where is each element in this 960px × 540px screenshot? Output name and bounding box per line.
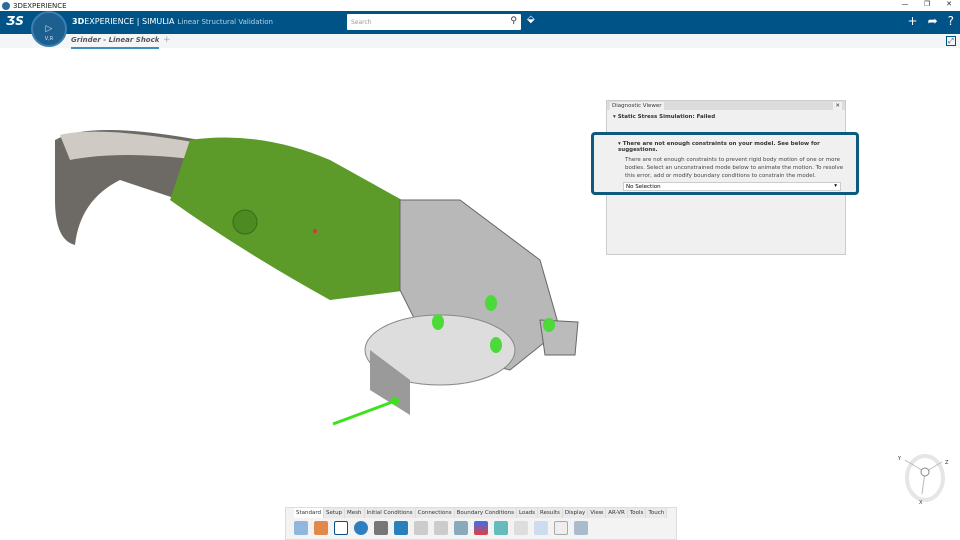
mode-select[interactable]: No Selection ▾ xyxy=(623,182,841,191)
grid-icon[interactable] xyxy=(514,521,528,535)
tab-initial-conditions[interactable]: Initial Conditions xyxy=(364,508,416,518)
tab-connections[interactable]: Connections xyxy=(415,508,455,518)
issue-title[interactable]: ▾ There are not enough constraints on yo… xyxy=(618,141,856,153)
chevron-down-icon: ▾ xyxy=(834,183,837,189)
tag-icon[interactable]: ⬙ xyxy=(527,14,535,25)
window-title: 3DEXPERIENCE xyxy=(13,1,67,10)
tab-display[interactable]: Display xyxy=(562,508,589,518)
panel-title: Diagnostic Viewer xyxy=(610,102,664,110)
app-icon xyxy=(2,1,10,10)
tab-ar-vr[interactable]: AR-VR xyxy=(606,508,628,518)
probe-icon[interactable] xyxy=(434,521,448,535)
compass-button[interactable]: ▷ V,R xyxy=(31,11,67,47)
search-input[interactable]: Search ⚲ xyxy=(347,14,521,30)
close-panel-button[interactable]: ✕ xyxy=(833,102,842,110)
animate-icon[interactable] xyxy=(394,521,408,535)
add-icon[interactable]: + xyxy=(908,14,918,28)
brand: 3DEXPERIENCE | SIMULIA Linear Structural … xyxy=(72,17,273,26)
action-bar: Standard Setup Mesh Initial Conditions C… xyxy=(285,507,677,540)
help-icon[interactable]: ? xyxy=(948,14,954,28)
legend-icon[interactable] xyxy=(474,521,488,535)
simulation-status[interactable]: ▾ Static Stress Simulation: Failed xyxy=(607,110,845,124)
grinder-model xyxy=(55,130,579,426)
tab-results[interactable]: Results xyxy=(538,508,563,518)
axis-x-label: X xyxy=(919,500,923,506)
cycle-icon[interactable] xyxy=(354,521,368,535)
tab-bar: Grinder - Linear Shock Loa + ⤢ xyxy=(0,34,960,49)
plot-icon[interactable] xyxy=(494,521,508,535)
add-tab-button[interactable]: + xyxy=(163,35,171,45)
report-icon[interactable] xyxy=(554,521,568,535)
tab-touch[interactable]: Touch xyxy=(646,508,668,518)
issue-text: There are not enough constraints to prev… xyxy=(625,157,844,179)
tab-tools[interactable]: Tools xyxy=(627,508,647,518)
search-icon[interactable]: ⚲ xyxy=(510,16,517,26)
image-settings-icon[interactable] xyxy=(574,521,588,535)
tab-setup[interactable]: Setup xyxy=(324,508,346,518)
database-settings-icon[interactable] xyxy=(374,521,388,535)
orientation-compass[interactable]: Y Z X xyxy=(897,454,949,506)
compare-icon[interactable] xyxy=(534,521,548,535)
tab-view[interactable]: View xyxy=(588,508,607,518)
model-icon[interactable] xyxy=(314,521,328,535)
close-button[interactable]: ✕ xyxy=(938,0,960,8)
constraint-issue-highlight: ▾ There are not enough constraints on yo… xyxy=(591,132,859,195)
ds-logo-icon[interactable]: ƷS xyxy=(6,14,24,28)
restore-button[interactable]: ❐ xyxy=(916,0,938,8)
axis-z-label: Z xyxy=(945,460,949,466)
window-titlebar: 3DEXPERIENCE — ❐ ✕ xyxy=(0,0,960,11)
tab-mesh[interactable]: Mesh xyxy=(345,508,365,518)
undo-icon[interactable] xyxy=(294,521,308,535)
play-icon: ▷ xyxy=(45,24,53,34)
expand-icon[interactable]: ⤢ xyxy=(946,36,956,46)
tab-loads[interactable]: Loads xyxy=(516,508,539,518)
share-icon[interactable]: ➦ xyxy=(928,14,938,28)
sensor-icon[interactable] xyxy=(414,521,428,535)
tab-boundary-conditions[interactable]: Boundary Conditions xyxy=(454,508,517,518)
top-bar: ƷS 3DEXPERIENCE | SIMULIA Linear Structur… xyxy=(0,11,960,34)
display-result-icon[interactable] xyxy=(454,521,468,535)
axis-y-label: Y xyxy=(897,456,902,462)
minimize-button[interactable]: — xyxy=(894,0,916,8)
tab-standard[interactable]: Standard xyxy=(294,508,325,518)
alert-icon[interactable] xyxy=(334,521,348,535)
